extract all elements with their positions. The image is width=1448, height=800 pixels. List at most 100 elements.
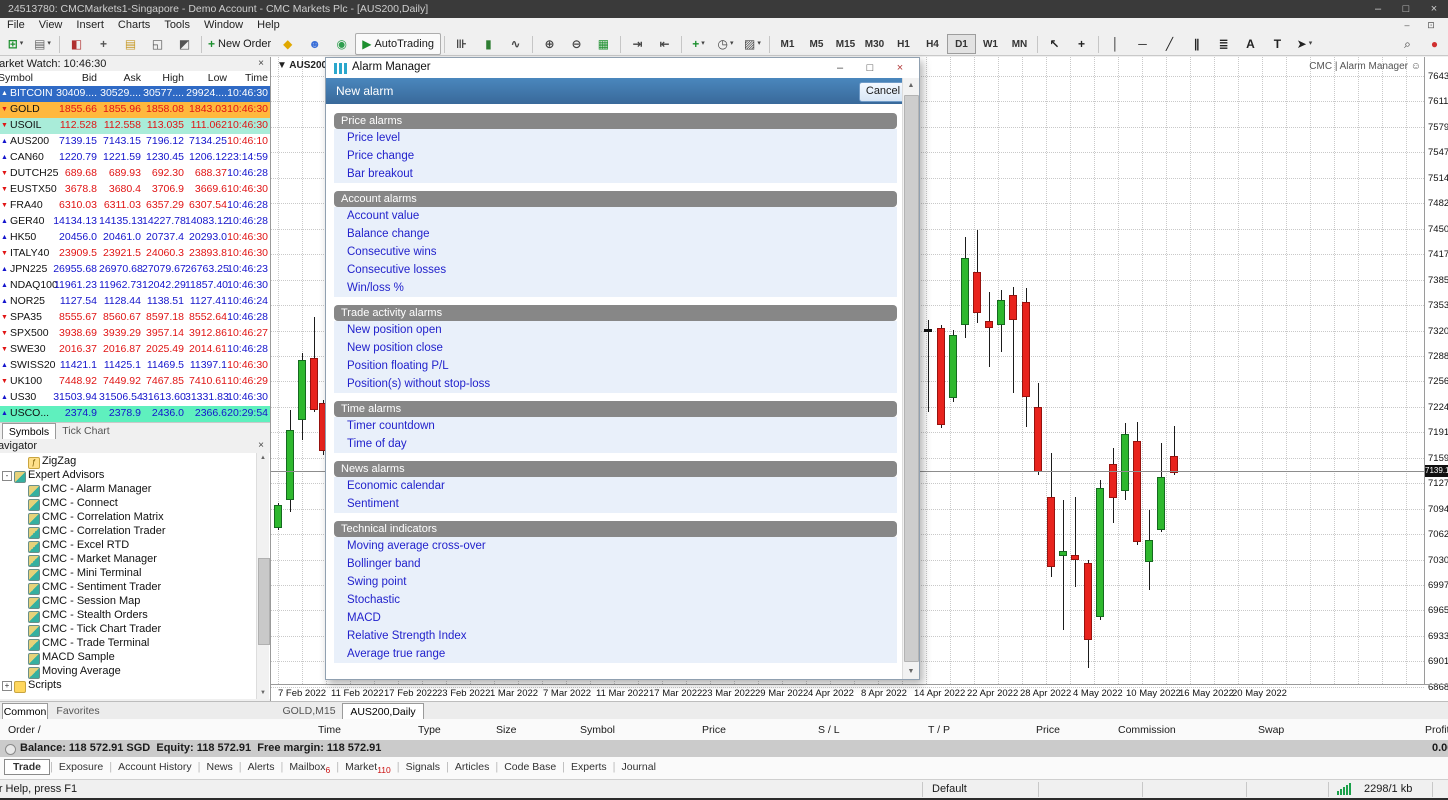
trendline-button[interactable]: ╱ (1156, 33, 1183, 55)
market-watch-row-dutch25[interactable]: ▼DUTCH25689.68689.93692.30688.3710:46:28 (0, 166, 270, 182)
menu-item-insert[interactable]: Insert (69, 18, 111, 32)
terminal-tab-exposure[interactable]: Exposure (53, 759, 109, 775)
navigator-item-cmc-stealth-orders[interactable]: CMC - Stealth Orders (0, 609, 254, 623)
market-watch-row-jpn225[interactable]: ▲JPN22526955.6826970.6827079.6726763.251… (0, 262, 270, 278)
scrollbar-up-icon[interactable]: ▲ (903, 78, 919, 93)
child-restore-button[interactable]: ⊡ (1420, 19, 1442, 32)
timeframe-mn-button[interactable]: MN (1005, 34, 1034, 54)
dialog-maximize-button[interactable]: □ (857, 60, 883, 76)
alarm-type-economic-calendar[interactable]: Economic calendar (334, 477, 897, 495)
tree-expander-icon[interactable]: + (2, 681, 12, 691)
menu-item-view[interactable]: View (32, 18, 70, 32)
navigator-close-icon[interactable]: × (255, 440, 267, 452)
navigator-scrollbar[interactable]: ▲▼ (256, 453, 269, 699)
navigator-item-cmc-tick-chart-trader[interactable]: CMC - Tick Chart Trader (0, 623, 254, 637)
timeframe-m1-button[interactable]: M1 (773, 34, 802, 54)
market-watch-row-fra40[interactable]: ▼FRA406310.036311.036357.296307.5410:46:… (0, 198, 270, 214)
mql5-community-button[interactable]: ☻ (301, 33, 328, 55)
dialog-close-button[interactable]: × (887, 60, 913, 76)
scrollbar-down-icon[interactable]: ▼ (257, 688, 269, 699)
alarm-type-position-floating-p-l[interactable]: Position floating P/L (334, 357, 897, 375)
terminal-toggle-button[interactable]: ◱ (144, 33, 171, 55)
alarm-type-consecutive-wins[interactable]: Consecutive wins (334, 243, 897, 261)
timeframe-h4-button[interactable]: H4 (918, 34, 947, 54)
candlestick-mode-button[interactable]: ▮ (475, 33, 502, 55)
window-minimize-button[interactable]: – (1364, 0, 1392, 18)
market-watch-row-bitcoin[interactable]: ▲BITCOIN30409....30529....30577....29924… (0, 86, 270, 102)
alarm-type-account-value[interactable]: Account value (334, 207, 897, 225)
indicators-add-button[interactable]: +▾ (685, 33, 712, 55)
balance-row[interactable]: Balance: 118 572.91 SGD Equity: 118 572.… (0, 740, 1448, 757)
fibonacci-button[interactable]: ≣ (1210, 33, 1237, 55)
text-label-button[interactable]: T (1264, 33, 1291, 55)
navigator-item-cmc-market-manager[interactable]: CMC - Market Manager (0, 553, 254, 567)
market-watch-close-icon[interactable]: × (255, 58, 267, 70)
navigator-toggle-button[interactable]: ▤ (117, 33, 144, 55)
terminal-tab-account-history[interactable]: Account History (112, 759, 198, 775)
search-button[interactable]: ⌕ (1394, 33, 1421, 55)
alarm-type-price-change[interactable]: Price change (334, 147, 897, 165)
dialog-scrollbar[interactable]: ▲ ▼ (902, 78, 919, 679)
alarm-type-moving-average-cross-over[interactable]: Moving average cross-over (334, 537, 897, 555)
terminal-tab-mailbox[interactable]: Mailbox6 (283, 759, 336, 777)
window-close-button[interactable]: × (1420, 0, 1448, 18)
scrollbar-thumb[interactable] (904, 95, 919, 662)
market-watch-row-aus200[interactable]: ▲AUS2007139.157143.157196.127134.2510:46… (0, 134, 270, 150)
market-watch-row-can60[interactable]: ▲CAN601220.791221.591230.451206.1223:14:… (0, 150, 270, 166)
new-chart-button[interactable]: ⊞▾ (2, 33, 29, 55)
navigator-item-cmc-connect[interactable]: CMC - Connect (0, 497, 254, 511)
scrollbar-down-icon[interactable]: ▼ (903, 664, 919, 679)
navigator-item-cmc-correlation-matrix[interactable]: CMC - Correlation Matrix (0, 511, 254, 525)
chart-tab-gold-m15[interactable]: GOLD,M15 (278, 703, 340, 719)
navigator-item-scripts[interactable]: +Scripts (0, 679, 254, 693)
tab-tick-chart[interactable]: Tick Chart (56, 423, 116, 439)
dialog-minimize-button[interactable]: – (827, 60, 853, 76)
terminal-tab-alerts[interactable]: Alerts (242, 759, 281, 775)
terminal-tab-market[interactable]: Market110 (339, 759, 397, 777)
market-watch-row-eustx50[interactable]: ▼EUSTX503678.83680.43706.93669.610:46:30 (0, 182, 270, 198)
periods-button[interactable]: ◷▾ (712, 33, 739, 55)
tile-windows-button[interactable]: ▦ (590, 33, 617, 55)
menu-item-file[interactable]: File (0, 18, 32, 32)
alarm-type-new-position-open[interactable]: New position open (334, 321, 897, 339)
navigator-item-cmc-trade-terminal[interactable]: CMC - Trade Terminal (0, 637, 254, 651)
alarm-type-new-position-close[interactable]: New position close (334, 339, 897, 357)
vertical-line-button[interactable]: │ (1102, 33, 1129, 55)
alarm-type-position-s-without-stop-loss[interactable]: Position(s) without stop-loss (334, 375, 897, 393)
market-news-button[interactable]: ◉ (328, 33, 355, 55)
new-order-button[interactable]: +New Order (205, 33, 274, 55)
scrollbar-thumb[interactable] (258, 558, 270, 645)
alarm-type-timer-countdown[interactable]: Timer countdown (334, 417, 897, 435)
navigator-item-cmc-sentiment-trader[interactable]: CMC - Sentiment Trader (0, 581, 254, 595)
terminal-tab-code-base[interactable]: Code Base (498, 759, 562, 775)
text-button[interactable]: A (1237, 33, 1264, 55)
menu-item-charts[interactable]: Charts (111, 18, 157, 32)
strategy-tester-button[interactable]: ◩ (171, 33, 198, 55)
crosshair-button[interactable]: + (1068, 33, 1095, 55)
navigator-item-moving-average[interactable]: Moving Average (0, 665, 254, 679)
alarm-type-stochastic[interactable]: Stochastic (334, 591, 897, 609)
market-watch-row-uk100[interactable]: ▼UK1007448.927449.927467.857410.6110:46:… (0, 374, 270, 390)
timeframe-m30-button[interactable]: M30 (860, 34, 889, 54)
timeframe-m5-button[interactable]: M5 (802, 34, 831, 54)
terminal-tab-signals[interactable]: Signals (400, 759, 446, 775)
market-watch-row-usoil[interactable]: ▼USOIL112.528112.558113.035111.06210:46:… (0, 118, 270, 134)
alarm-type-price-level[interactable]: Price level (334, 129, 897, 147)
equidistant-channel-button[interactable]: ∥ (1183, 33, 1210, 55)
tree-expander-icon[interactable]: - (2, 471, 12, 481)
alarm-type-macd[interactable]: MACD (334, 609, 897, 627)
navigator-item-cmc-mini-terminal[interactable]: CMC - Mini Terminal (0, 567, 254, 581)
navigator-item-cmc-session-map[interactable]: CMC - Session Map (0, 595, 254, 609)
timeframe-h1-button[interactable]: H1 (889, 34, 918, 54)
timeframe-w1-button[interactable]: W1 (976, 34, 1005, 54)
menu-item-tools[interactable]: Tools (157, 18, 197, 32)
terminal-tab-experts[interactable]: Experts (565, 759, 613, 775)
market-watch-row-swiss20[interactable]: ▲SWISS2011421.111425.111469.511397.110:4… (0, 358, 270, 374)
market-watch-row-gold[interactable]: ▼GOLD1855.661855.961858.081843.0310:46:3… (0, 102, 270, 118)
alarm-type-win-loss-[interactable]: Win/loss % (334, 279, 897, 297)
market-watch-row-nor25[interactable]: ▲NOR251127.541128.441138.511127.4110:46:… (0, 294, 270, 310)
status-profile[interactable]: Default (932, 783, 967, 795)
navigator-item-zigzag[interactable]: ƒZigZag (0, 455, 254, 469)
market-watch-row-swe30[interactable]: ▼SWE302016.372016.872025.492014.6110:46:… (0, 342, 270, 358)
navigator-item-cmc-excel-rtd[interactable]: CMC - Excel RTD (0, 539, 254, 553)
